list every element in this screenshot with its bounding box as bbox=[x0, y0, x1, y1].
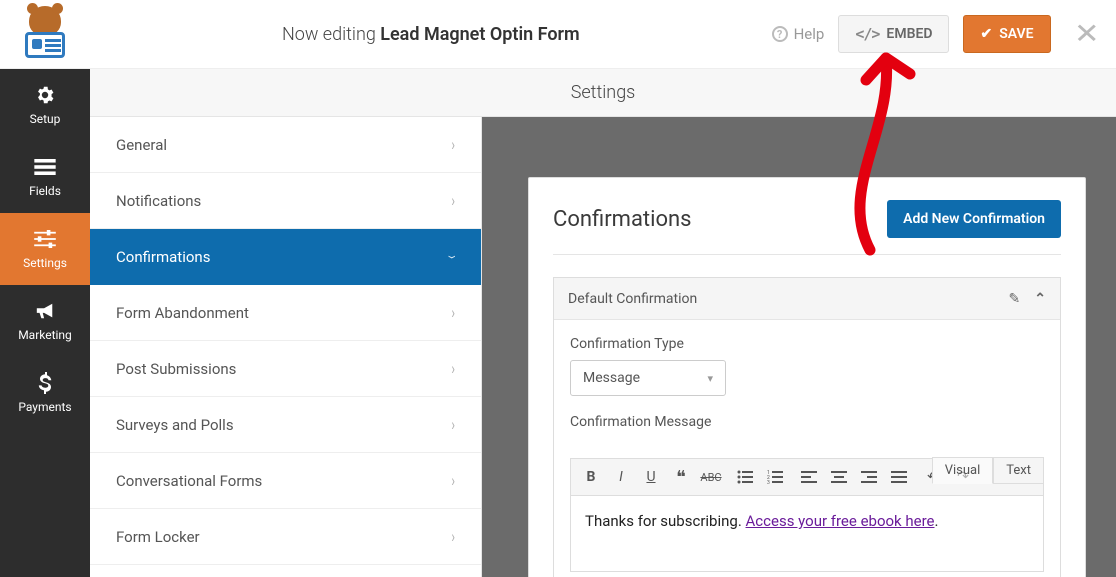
editor-tab-text[interactable]: Text bbox=[993, 457, 1044, 484]
rail-item-settings[interactable]: Settings bbox=[0, 213, 90, 285]
list-icon bbox=[34, 156, 56, 178]
confirmation-accordion: Default Confirmation ✎ ⌃ Confirmation Ty… bbox=[553, 277, 1061, 577]
top-bar: Now editing Lead Magnet Optin Form ? Hel… bbox=[0, 0, 1116, 69]
menu-item-post-submissions[interactable]: Post Submissions› bbox=[90, 341, 481, 397]
editor-content[interactable]: Thanks for subscribing. Access your free… bbox=[570, 496, 1044, 572]
strikethrough-icon[interactable]: ABC bbox=[697, 463, 725, 491]
chevron-right-icon: › bbox=[451, 471, 455, 491]
close-button[interactable]: ✕ bbox=[1073, 20, 1099, 48]
numbered-list-icon[interactable]: 123 bbox=[761, 463, 789, 491]
align-right-icon[interactable] bbox=[855, 463, 883, 491]
embed-button[interactable]: </> EMBED bbox=[838, 15, 949, 53]
subheader-title: Settings bbox=[571, 82, 636, 103]
type-label: Confirmation Type bbox=[570, 336, 1044, 352]
message-link[interactable]: Access your free ebook here bbox=[746, 512, 935, 530]
align-left-icon[interactable] bbox=[795, 463, 823, 491]
rail-label: Fields bbox=[29, 184, 61, 198]
accordion-header[interactable]: Default Confirmation ✎ ⌃ bbox=[554, 278, 1060, 320]
rail-item-payments[interactable]: Payments bbox=[0, 357, 90, 429]
accordion-title: Default Confirmation bbox=[568, 291, 697, 307]
italic-icon[interactable]: I bbox=[607, 463, 635, 491]
select-value: Message bbox=[583, 370, 640, 386]
menu-item-form-abandonment[interactable]: Form Abandonment› bbox=[90, 285, 481, 341]
dollar-icon bbox=[34, 372, 56, 394]
message-label: Confirmation Message bbox=[570, 414, 1044, 430]
save-label: SAVE bbox=[999, 26, 1033, 42]
menu-item-conversational[interactable]: Conversational Forms› bbox=[90, 453, 481, 509]
menu-item-general[interactable]: General› bbox=[90, 117, 481, 173]
message-suffix: . bbox=[935, 512, 939, 530]
form-name: Lead Magnet Optin Form bbox=[380, 24, 579, 45]
app-logo bbox=[0, 0, 90, 69]
bullet-list-icon[interactable] bbox=[731, 463, 759, 491]
check-icon: ✔ bbox=[980, 26, 992, 42]
rail-item-setup[interactable]: Setup bbox=[0, 69, 90, 141]
align-center-icon[interactable] bbox=[825, 463, 853, 491]
chevron-down-icon: › bbox=[443, 255, 463, 259]
editing-prefix: Now editing bbox=[282, 24, 380, 45]
settings-menu: General› Notifications› Confirmations› F… bbox=[90, 117, 482, 577]
gear-icon bbox=[34, 84, 56, 106]
confirmation-type-select[interactable]: Message ▾ bbox=[570, 360, 726, 396]
rich-text-editor: Visual Text B I U ❝ ABC bbox=[570, 458, 1044, 572]
rail-label: Setup bbox=[30, 112, 61, 126]
panel-title: Confirmations bbox=[553, 207, 692, 232]
underline-icon[interactable]: U bbox=[637, 463, 665, 491]
redo-icon[interactable]: ↷ bbox=[949, 463, 977, 491]
menu-item-notifications[interactable]: Notifications› bbox=[90, 173, 481, 229]
rail-label: Payments bbox=[18, 400, 71, 414]
svg-text:3: 3 bbox=[767, 480, 770, 484]
message-text: Thanks for subscribing. bbox=[585, 512, 746, 530]
save-button[interactable]: ✔ SAVE bbox=[963, 15, 1050, 53]
rail-label: Marketing bbox=[18, 328, 72, 342]
bullhorn-icon bbox=[34, 300, 56, 322]
collapse-icon[interactable]: ⌃ bbox=[1034, 291, 1046, 307]
rail-item-fields[interactable]: Fields bbox=[0, 141, 90, 213]
bold-icon[interactable]: B bbox=[577, 463, 605, 491]
chevron-right-icon: › bbox=[451, 303, 455, 323]
embed-label: EMBED bbox=[886, 26, 932, 42]
menu-item-confirmations[interactable]: Confirmations› bbox=[90, 229, 481, 285]
chevron-right-icon: › bbox=[451, 135, 455, 155]
menu-item-form-locker[interactable]: Form Locker› bbox=[90, 509, 481, 565]
chevron-right-icon: › bbox=[451, 191, 455, 211]
chevron-right-icon: › bbox=[451, 359, 455, 379]
sub-header: Settings bbox=[90, 69, 1116, 117]
chevron-right-icon: › bbox=[451, 527, 455, 547]
editing-title: Now editing Lead Magnet Optin Form bbox=[90, 24, 772, 45]
left-rail: Setup Fields Settings Marketing Payments bbox=[0, 69, 90, 577]
help-label: Help bbox=[794, 25, 825, 43]
add-confirmation-button[interactable]: Add New Confirmation bbox=[887, 200, 1061, 238]
align-justify-icon[interactable] bbox=[885, 463, 913, 491]
rail-label: Settings bbox=[23, 256, 67, 270]
canvas: Confirmations Add New Confirmation Defau… bbox=[482, 117, 1116, 577]
confirmations-panel: Confirmations Add New Confirmation Defau… bbox=[528, 177, 1086, 577]
menu-item-surveys-polls[interactable]: Surveys and Polls› bbox=[90, 397, 481, 453]
edit-icon[interactable]: ✎ bbox=[1009, 291, 1021, 307]
chevron-right-icon: › bbox=[451, 415, 455, 435]
sliders-icon bbox=[34, 228, 56, 250]
editor-toolbar: B I U ❝ ABC 123 bbox=[570, 458, 1044, 496]
help-link[interactable]: ? Help bbox=[772, 25, 825, 43]
rail-item-marketing[interactable]: Marketing bbox=[0, 285, 90, 357]
chevron-down-icon: ▾ bbox=[707, 372, 713, 385]
quote-icon[interactable]: ❝ bbox=[667, 463, 695, 491]
help-icon: ? bbox=[772, 26, 788, 42]
code-icon: </> bbox=[855, 25, 879, 43]
